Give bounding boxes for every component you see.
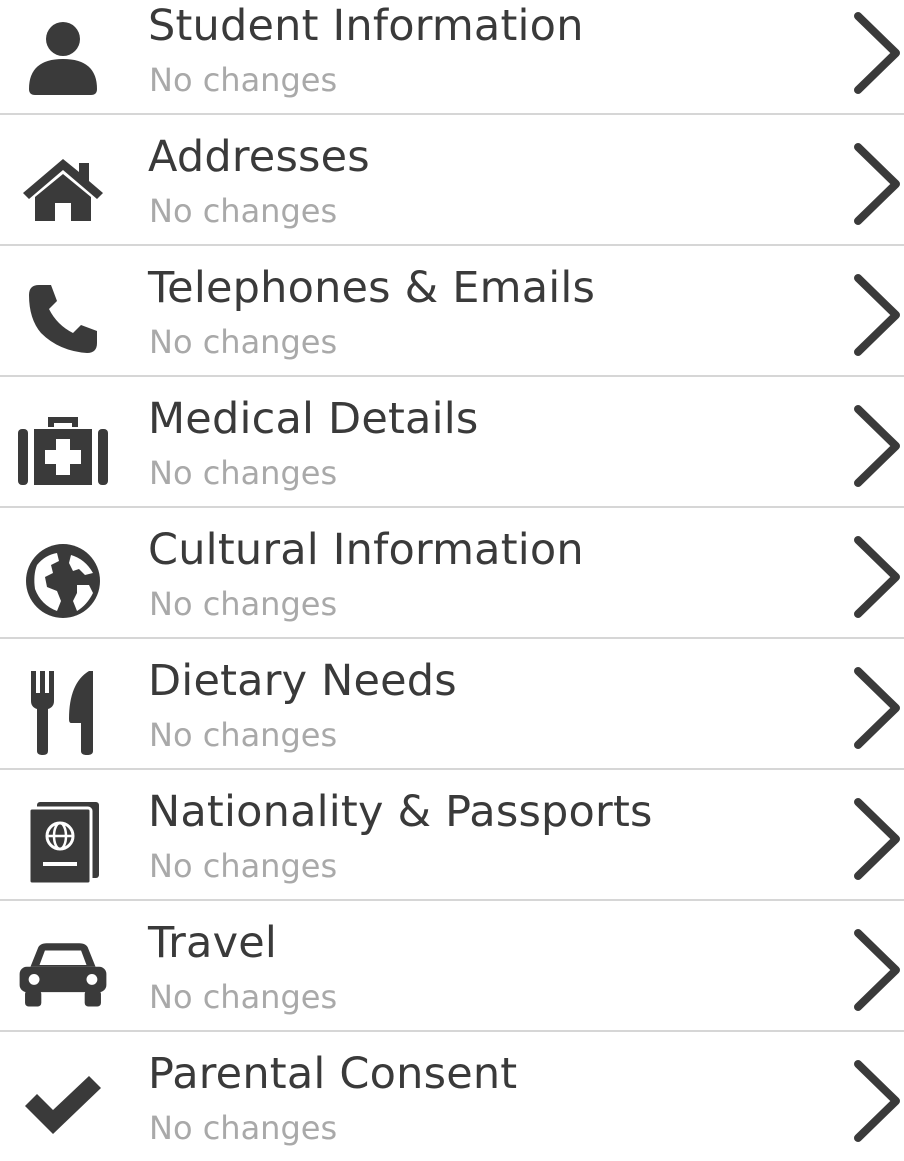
- check-icon: [16, 1058, 110, 1152]
- section-status: No changes: [149, 454, 338, 492]
- chevron-right-icon[interactable]: [852, 665, 902, 751]
- section-title: Travel: [148, 918, 278, 968]
- section-title: Addresses: [148, 132, 370, 182]
- globe-icon: [16, 534, 110, 628]
- section-item-travel[interactable]: Travel No changes: [0, 901, 904, 1032]
- section-title: Medical Details: [148, 394, 479, 444]
- home-icon: [16, 141, 110, 235]
- section-title: Cultural Information: [148, 525, 584, 575]
- chevron-right-icon[interactable]: [852, 534, 902, 620]
- section-title: Dietary Needs: [148, 656, 457, 706]
- passport-icon: [16, 796, 110, 890]
- section-item-telephones-emails[interactable]: Telephones & Emails No changes: [0, 246, 904, 377]
- section-item-dietary-needs[interactable]: Dietary Needs No changes: [0, 639, 904, 770]
- section-title: Telephones & Emails: [148, 263, 596, 313]
- section-status: No changes: [149, 716, 338, 754]
- section-item-nationality-passports[interactable]: Nationality & Passports No changes: [0, 770, 904, 901]
- section-status: No changes: [149, 978, 338, 1016]
- section-status: No changes: [149, 847, 338, 885]
- chevron-right-icon[interactable]: [852, 1058, 902, 1144]
- section-status: No changes: [149, 192, 338, 230]
- chevron-right-icon[interactable]: [852, 272, 902, 358]
- cutlery-icon: [16, 665, 110, 759]
- section-item-cultural-information[interactable]: Cultural Information No changes: [0, 508, 904, 639]
- section-item-parental-consent[interactable]: Parental Consent No changes: [0, 1032, 904, 1161]
- chevron-right-icon[interactable]: [852, 927, 902, 1013]
- section-status: No changes: [149, 585, 338, 623]
- section-item-student-information[interactable]: Student Information No changes: [0, 0, 904, 115]
- chevron-right-icon[interactable]: [852, 141, 902, 227]
- chevron-right-icon[interactable]: [852, 796, 902, 882]
- section-item-medical-details[interactable]: Medical Details No changes: [0, 377, 904, 508]
- medkit-icon: [16, 403, 110, 497]
- chevron-right-icon[interactable]: [852, 10, 902, 96]
- section-list: Student Information No changes Addresses…: [0, 0, 904, 1161]
- section-title: Parental Consent: [148, 1049, 518, 1099]
- section-title: Student Information: [148, 1, 584, 51]
- user-icon: [16, 10, 110, 104]
- phone-icon: [16, 272, 110, 366]
- section-status: No changes: [149, 1109, 338, 1147]
- chevron-right-icon[interactable]: [852, 403, 902, 489]
- car-icon: [16, 927, 110, 1021]
- section-status: No changes: [149, 61, 338, 99]
- section-status: No changes: [149, 323, 338, 361]
- section-item-addresses[interactable]: Addresses No changes: [0, 115, 904, 246]
- section-title: Nationality & Passports: [148, 787, 653, 837]
